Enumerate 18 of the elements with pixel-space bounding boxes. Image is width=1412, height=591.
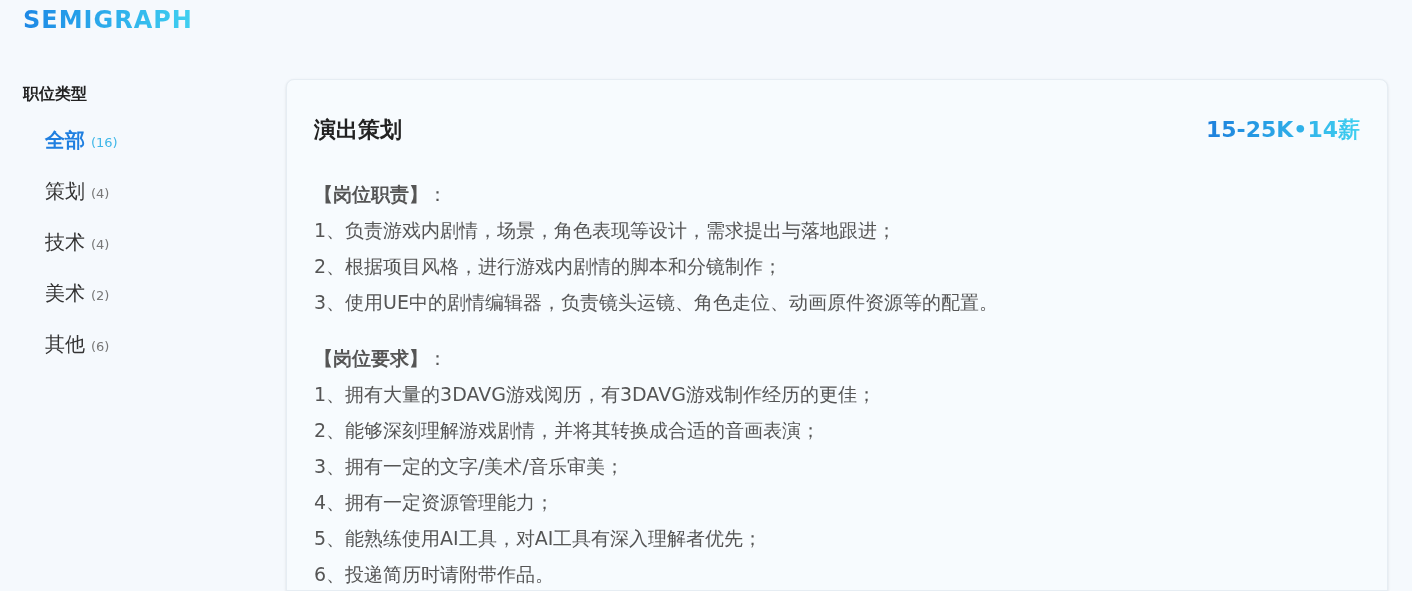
description-line: 2、根据项目风格，进行游戏内剧情的脚本和分镜制作； bbox=[314, 254, 784, 279]
category-item[interactable]: 技术 (4) bbox=[45, 228, 286, 259]
description-line: 4、拥有一定资源管理能力； bbox=[314, 490, 556, 515]
description-line: 2、能够深刻理解游戏剧情，并将其转换成合适的音画表演； bbox=[314, 418, 822, 443]
section-heading: 【岗位要求】： bbox=[314, 346, 448, 371]
section-heading: 【岗位职责】： bbox=[314, 182, 448, 207]
description-line: 1、拥有大量的3DAVG游戏阅历，有3DAVG游戏制作经历的更佳； bbox=[314, 382, 877, 407]
description-line: 3、使用UE中的剧情编辑器，负责镜头运镜、角色走位、动画原件资源等的配置。 bbox=[314, 290, 999, 315]
sidebar-title: 职位类型 bbox=[23, 83, 88, 105]
job-title: 演出策划 bbox=[314, 116, 402, 144]
description-line: 5、能熟练使用AI工具，对AI工具有深入理解者优先； bbox=[314, 526, 764, 551]
description-line: 6、投递简历时请附带作品。 bbox=[314, 562, 556, 587]
description-line: 1、负责游戏内剧情，场景，角色表现等设计，需求提出与落地跟进； bbox=[314, 218, 898, 243]
description-line: 3、拥有一定的文字/美术/音乐审美； bbox=[314, 454, 625, 479]
category-item[interactable]: 其他 (6) bbox=[45, 330, 286, 361]
category-item[interactable]: 美术 (2) bbox=[45, 279, 286, 310]
category-item[interactable]: 全部 (16) bbox=[45, 126, 286, 157]
category-item[interactable]: 策划 (4) bbox=[45, 177, 286, 208]
